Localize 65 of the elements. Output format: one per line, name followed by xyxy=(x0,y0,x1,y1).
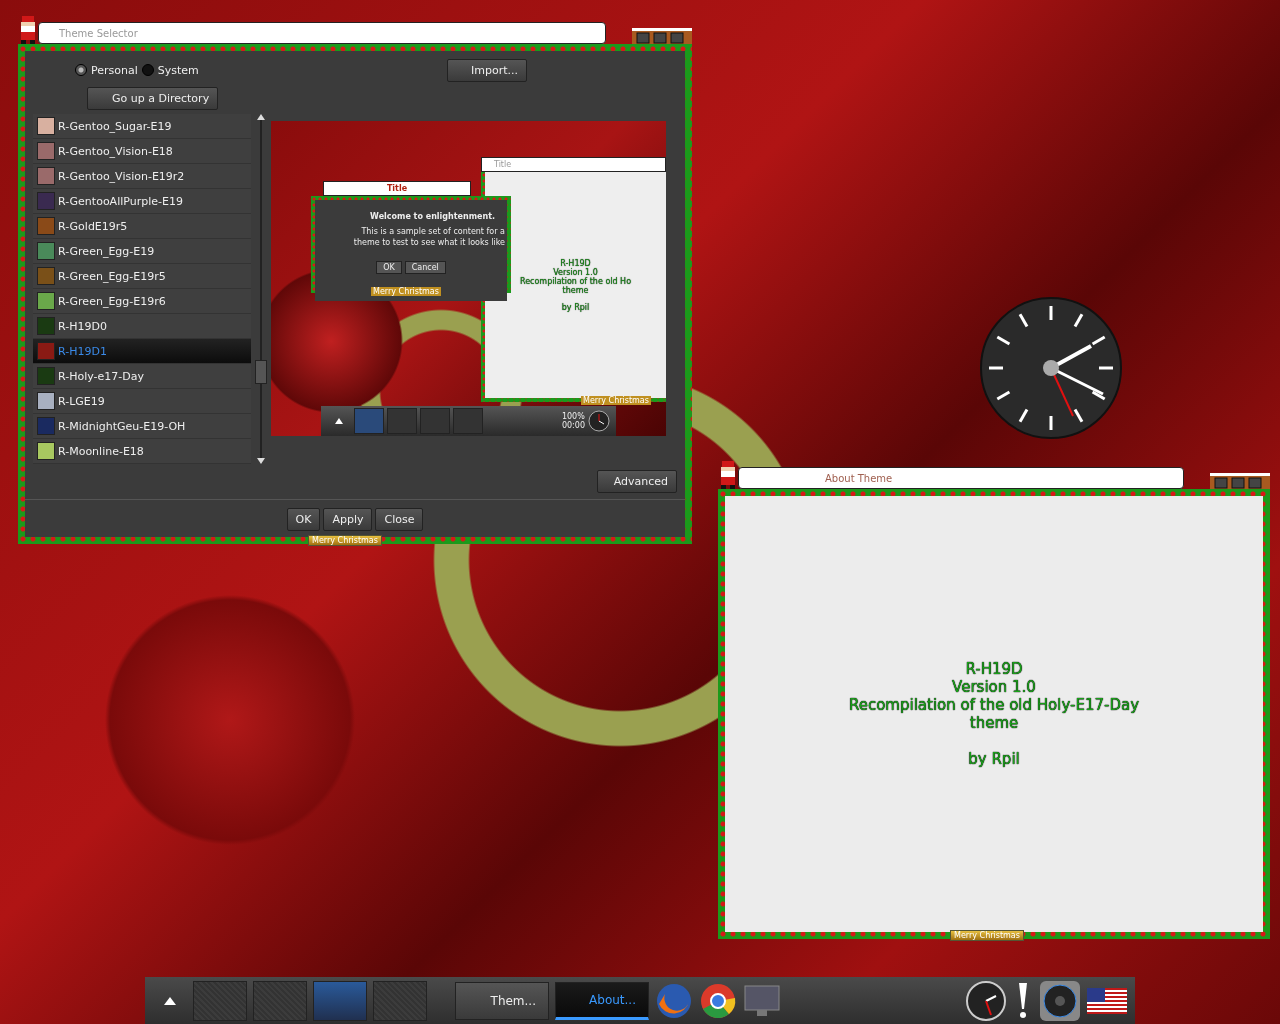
preview-about-text: Version 1.0 xyxy=(553,267,598,277)
theme-list-item[interactable]: R-Green_Egg-E19r5 xyxy=(33,264,251,289)
browser-wheel-icon[interactable] xyxy=(699,981,737,1020)
dialog-button[interactable]: OK xyxy=(286,508,321,531)
scroll-thumb[interactable] xyxy=(255,360,267,384)
taskbar-item[interactable]: About... xyxy=(555,981,649,1020)
preview-about-text: R-H19D xyxy=(560,258,591,268)
theme-list-item[interactable]: R-H19D1 xyxy=(33,339,251,364)
merry-christmas-banner: Merry Christmas xyxy=(950,930,1024,941)
theme-list-item[interactable]: R-Moonline-E18 xyxy=(33,439,251,464)
chevron-up-icon xyxy=(164,996,176,1005)
preview-banner: Merry Christmas xyxy=(581,396,651,405)
monitor-icon[interactable] xyxy=(743,983,781,1018)
theme-list-item[interactable]: R-GentooAllPurple-E19 xyxy=(33,189,251,214)
preview-about-text: Recompilation of the old Ho xyxy=(519,276,632,286)
scroll-up-icon[interactable] xyxy=(257,114,265,120)
window-controls-icon[interactable] xyxy=(1210,473,1270,489)
flag-icon[interactable] xyxy=(1087,987,1127,1014)
dialog-button[interactable]: Apply xyxy=(323,508,373,531)
preview-window-title: Title xyxy=(481,157,666,172)
up-directory-button[interactable]: Go up a Directory xyxy=(87,87,219,110)
about-text: Version 1.0 xyxy=(952,678,1036,696)
taskbar-item[interactable]: Them... xyxy=(455,981,549,1020)
author-text: by Rpil xyxy=(968,750,1020,768)
theme-list-item[interactable]: R-Holy-e17-Day xyxy=(33,364,251,389)
theme-list-item[interactable]: R-GoldE19r5 xyxy=(33,214,251,239)
preview-desktop xyxy=(453,408,483,434)
about-text: theme xyxy=(969,714,1019,732)
window-controls-icon[interactable] xyxy=(632,28,692,44)
about-text: Recompilation of the old Holy-E17-Day xyxy=(848,696,1140,714)
radio-option[interactable]: System xyxy=(139,63,201,77)
preview-reading: 100% xyxy=(561,412,585,421)
theme-list-item[interactable]: R-Green_Egg-E19r6 xyxy=(33,289,251,314)
theme-list-item[interactable]: R-MidnightGeu-E19-OH xyxy=(33,414,251,439)
preview-body-text: theme to test to see what it looks like xyxy=(353,238,505,247)
advanced-button[interactable]: Advanced xyxy=(597,470,677,493)
preview-dialog-title: Title xyxy=(323,181,471,196)
preview-author-text: by Rpil xyxy=(561,302,590,312)
theme-list-item[interactable]: R-Gentoo_Sugar-E19 xyxy=(33,114,251,139)
speaker-icon[interactable] xyxy=(1039,979,1081,1022)
dialog-button[interactable]: Close xyxy=(375,508,424,531)
scroll-down-icon[interactable] xyxy=(257,458,265,464)
preview-desktop xyxy=(354,408,384,434)
import-button[interactable]: Import... xyxy=(447,58,527,82)
theme-list-item[interactable]: R-Gentoo_Vision-E18 xyxy=(33,139,251,164)
window-title: Theme Selector xyxy=(38,22,606,44)
preview-about-text: theme xyxy=(562,285,589,295)
clock-icon xyxy=(588,410,610,432)
merry-christmas-banner: Merry Christmas xyxy=(308,535,382,546)
window-title: About Theme xyxy=(738,467,1184,489)
clock-icon[interactable] xyxy=(965,979,1007,1022)
chevron-up-icon xyxy=(335,418,343,424)
theme-list-item[interactable]: R-Green_Egg-E19 xyxy=(33,239,251,264)
preview-body-text: This is a sample set of content for a xyxy=(361,227,505,236)
theme-list-item[interactable]: R-H19D0 xyxy=(33,314,251,339)
theme-list-item[interactable]: R-Gentoo_Vision-E19r2 xyxy=(33,164,251,189)
about-text: R-H19D xyxy=(965,660,1023,678)
preview-desktop xyxy=(387,408,417,434)
radio-option[interactable]: Personal xyxy=(73,63,140,77)
browser-globe-icon[interactable] xyxy=(655,981,693,1020)
preview-desktop xyxy=(420,408,450,434)
preview-heading: Welcome to enlightenment. xyxy=(370,212,495,221)
preview-banner: Merry Christmas xyxy=(371,287,441,296)
preview-reading: 00:00 xyxy=(561,421,585,430)
theme-list-item[interactable]: R-LGE19 xyxy=(33,389,251,414)
